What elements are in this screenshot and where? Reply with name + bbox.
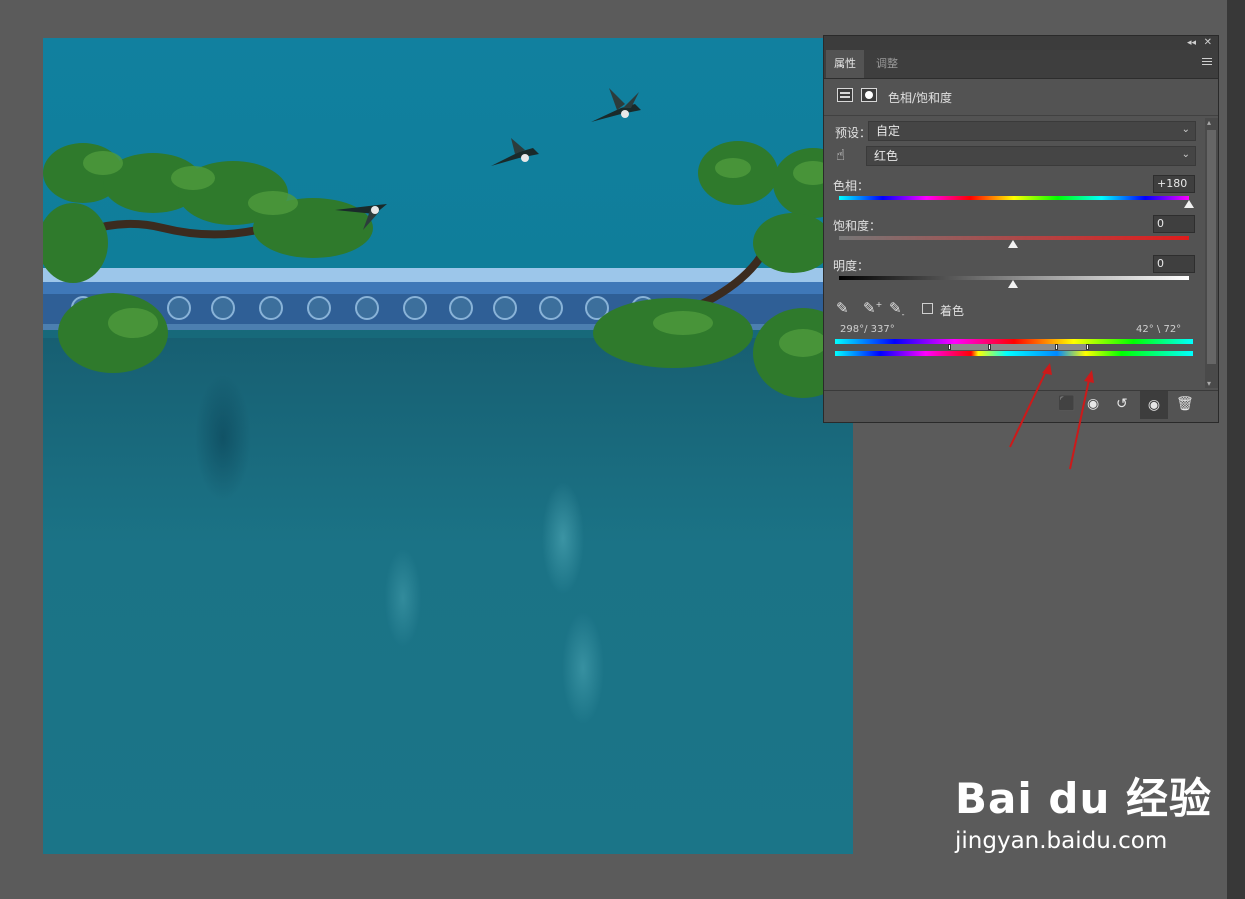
range-selection[interactable] [950, 344, 1086, 350]
annotation-arrows [1009, 363, 1094, 470]
tab-adjustments[interactable]: 调整 [868, 50, 906, 78]
close-icon[interactable]: ✕ [1204, 36, 1212, 50]
range-slider-left-outer[interactable] [948, 344, 951, 350]
panel-tabbar: 属性 调整 [824, 50, 1218, 79]
eyedropper-icon[interactable]: ✎ [836, 299, 849, 317]
pine-tree-left [43, 143, 373, 373]
channel-dropdown[interactable]: 红色 ⌄ [866, 146, 1196, 166]
hue-label: 色相： [833, 179, 870, 193]
adjustment-title: 色相/饱和度 [888, 91, 953, 105]
chevron-down-icon: ⌄ [1181, 149, 1190, 160]
range-slider-right-inner[interactable] [1055, 344, 1058, 350]
watermark-logo: Bai du 经验 [955, 774, 1212, 823]
eyedropper-minus-icon[interactable]: ✎- [889, 299, 904, 319]
panel-scrollbar[interactable]: ▴ ▾ [1205, 118, 1218, 388]
saturation-label: 饱和度： [833, 219, 882, 233]
right-dock-strip [1227, 0, 1245, 899]
range-slider-right-outer[interactable] [1086, 344, 1089, 350]
colorize-checkbox[interactable] [922, 303, 933, 314]
lightness-slider-thumb[interactable] [1008, 280, 1018, 288]
saturation-slider-thumb[interactable] [1008, 240, 1018, 248]
preset-value: 自定 [876, 124, 901, 138]
preset-dropdown[interactable]: 自定 ⌄ [868, 121, 1196, 141]
pine-tree-right [593, 141, 853, 398]
collapse-icon[interactable]: ◂◂ [1187, 36, 1196, 50]
saturation-input[interactable]: 0 [1153, 215, 1195, 233]
range-left-text: 298°/ 337° [840, 324, 895, 335]
hue-slider-thumb[interactable] [1184, 200, 1194, 208]
targeted-adjustment-hand-icon[interactable]: ☝ [836, 146, 845, 164]
watermark-url: jingyan.baidu.com [955, 828, 1168, 854]
range-slider-left-inner[interactable] [988, 344, 991, 350]
document-canvas[interactable] [43, 38, 853, 854]
channel-value: 红色 [874, 149, 899, 163]
reset-icon[interactable]: ↺ [1116, 396, 1128, 412]
hue-slider-track[interactable] [839, 196, 1189, 200]
hue-input[interactable]: +180 [1153, 175, 1195, 193]
panel-titlebar[interactable]: ◂◂ ✕ [824, 36, 1218, 50]
scroll-up-icon[interactable]: ▴ [1207, 118, 1211, 127]
trash-icon[interactable]: 🗑 [1176, 396, 1194, 412]
colorize-label: 着色 [940, 304, 965, 318]
visibility-eye-icon[interactable]: ◉ [1140, 391, 1168, 419]
preset-label: 预设： [835, 126, 872, 140]
lightness-label: 明度： [833, 259, 870, 273]
courtyard-wall [43, 338, 853, 854]
adjustment-layer-icon[interactable] [837, 88, 853, 102]
mask-icon[interactable] [861, 88, 877, 102]
lightness-input[interactable]: 0 [1153, 255, 1195, 273]
range-right-text: 42° \ 72° [1136, 324, 1182, 335]
magpie-bird-1 [591, 88, 641, 122]
panel-menu-icon[interactable] [1202, 58, 1212, 67]
adjustment-header: 色相/饱和度 [824, 79, 1218, 116]
magpie-bird-3 [335, 204, 387, 230]
scroll-down-icon[interactable]: ▾ [1207, 379, 1211, 388]
scroll-thumb[interactable] [1207, 130, 1216, 364]
tab-properties[interactable]: 属性 [826, 50, 864, 78]
magpie-bird-2 [491, 138, 539, 166]
eyedropper-plus-icon[interactable]: ✎+ [863, 299, 882, 317]
chevron-down-icon: ⌄ [1181, 124, 1190, 135]
baidu-watermark: Bai du 经验 jingyan.baidu.com [955, 765, 1212, 854]
